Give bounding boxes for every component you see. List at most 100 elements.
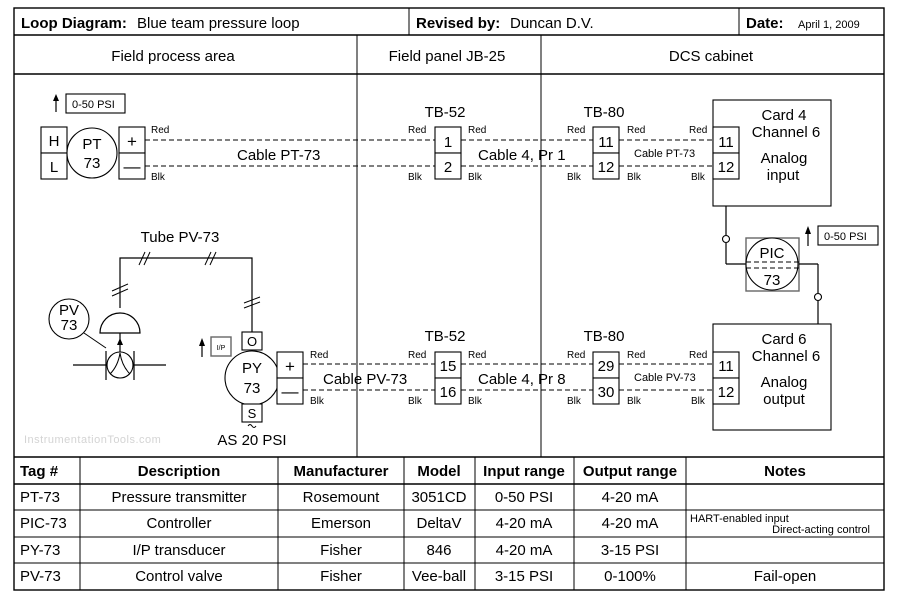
table-cell-model: DeltaV xyxy=(416,515,461,532)
input-loop-wiring: Cable PT-73 TB-52 Red Blk 1 2 Red Blk Ca… xyxy=(145,104,713,183)
pneumatic-tube xyxy=(119,257,253,332)
tb80-label: TB-80 xyxy=(584,104,625,121)
pressure-transmitter: 0-50 PSI H L PT 73 + — Red Blk xyxy=(40,93,169,183)
wire-red: Red xyxy=(689,125,707,136)
table-header: Manufacturer xyxy=(293,463,388,480)
minus-sign: — xyxy=(124,157,141,176)
table-cell-manufacturer: Rosemount xyxy=(303,489,381,506)
table-header: Model xyxy=(417,463,460,480)
table-cell-input: 4-20 mA xyxy=(496,515,553,532)
terminal-number: 11 xyxy=(598,134,614,151)
wire-blk: Blk xyxy=(408,172,423,183)
cable-pv73: Cable PV-73 xyxy=(323,371,407,388)
wire-red: Red xyxy=(567,125,585,136)
table-cell-output: 4-20 mA xyxy=(602,515,659,532)
wire-red: Red xyxy=(567,350,585,361)
stem-arrow xyxy=(117,338,123,345)
area-field-panel: Field panel JB-25 xyxy=(389,48,506,65)
wire-blk: Blk xyxy=(468,396,483,407)
pic-tag-number: 73 xyxy=(764,272,781,289)
port-low-label: L xyxy=(50,159,58,176)
table-cells: Tag # Description Manufacturer Model Input r… xyxy=(20,463,870,585)
cable-pt73: Cable PT-73 xyxy=(237,147,320,164)
terminal-number: 1 xyxy=(444,134,452,151)
py-tag-letters: PY xyxy=(242,360,262,377)
loop-diagram: Loop Diagram: Blue team pressure loop Re… xyxy=(13,7,885,591)
tb52-label: TB-52 xyxy=(425,104,466,121)
table-cell-manufacturer: Fisher xyxy=(320,542,362,559)
date-value: April 1, 2009 xyxy=(798,19,860,31)
table-cell-output: 3-15 PSI xyxy=(601,542,659,559)
connector-dot xyxy=(813,292,823,302)
area-field-process: Field process area xyxy=(111,48,235,65)
card-type: Analog xyxy=(761,150,808,167)
table-header: Output range xyxy=(583,463,677,480)
card-channel: Channel 6 xyxy=(752,348,820,365)
table-cell-description: Control valve xyxy=(135,568,223,585)
plus-sign: + xyxy=(285,357,295,376)
ball-valve-body xyxy=(106,351,134,379)
actuator-diaphragm xyxy=(99,312,141,334)
wire-blk: Blk xyxy=(627,172,642,183)
terminal-number: 29 xyxy=(598,358,615,375)
table-cell-tag: PIC-73 xyxy=(20,515,67,532)
loop-title: Blue team pressure loop xyxy=(137,15,300,32)
terminal-number: 15 xyxy=(440,358,457,375)
analog-output-card: 11 12 Card 6 Channel 6 Analog output xyxy=(712,323,832,431)
control-valve: Tube PV-73 PV 73 xyxy=(48,229,261,380)
dcs-cable-label: Cable PV-73 xyxy=(634,372,696,384)
terminal-number: 11 xyxy=(718,134,734,151)
card-direction: input xyxy=(767,167,800,184)
ip-transducer: I/P O PY 73 S AS 20 PSI + — Red Blk xyxy=(199,331,328,449)
table-cell-model: Vee-ball xyxy=(412,568,466,585)
table-cell-description: Controller xyxy=(146,515,211,532)
range-text: 0-50 PSI xyxy=(824,231,867,243)
table-cell-manufacturer: Emerson xyxy=(311,515,371,532)
terminal-number: 12 xyxy=(598,159,615,176)
card-type: Analog xyxy=(761,374,808,391)
port-high-label: H xyxy=(49,133,60,150)
revised-label: Revised by: xyxy=(416,15,500,32)
table-cell-input: 4-20 mA xyxy=(496,542,553,559)
table-cell-output: 4-20 mA xyxy=(602,489,659,506)
wire-red: Red xyxy=(408,350,426,361)
up-arrow-icon xyxy=(199,338,205,357)
table-cell-model: 3051CD xyxy=(411,489,466,506)
table-header: Notes xyxy=(764,463,806,480)
table-cell-manufacturer: Fisher xyxy=(320,568,362,585)
wire-red: Red xyxy=(627,350,645,361)
tube-hash-marks xyxy=(111,251,261,309)
wire-blk: Blk xyxy=(567,172,582,183)
card-number: Card 4 xyxy=(761,107,806,124)
table-header: Input range xyxy=(483,463,565,480)
table-header: Tag # xyxy=(20,463,59,480)
controller-pic: PIC 73 0-50 PSI xyxy=(721,206,879,324)
pic-tag-letters: PIC xyxy=(759,245,784,262)
trunk-cable-label: Cable 4, Pr 8 xyxy=(478,371,566,388)
wire-red: Red xyxy=(468,125,486,136)
wire-blk: Blk xyxy=(310,396,325,407)
card-channel: Channel 6 xyxy=(752,124,820,141)
tb52-label: TB-52 xyxy=(425,328,466,345)
wire-blk: Blk xyxy=(691,396,706,407)
terminal-number: 12 xyxy=(718,384,735,401)
table-cell-tag: PY-73 xyxy=(20,542,60,559)
wire-blk: Blk xyxy=(468,172,483,183)
wire-red: Red xyxy=(627,125,645,136)
terminal-number: 12 xyxy=(718,159,735,176)
terminal-number: 16 xyxy=(440,384,457,401)
watermark: InstrumentationTools.com xyxy=(24,434,161,446)
trunk-cable-label: Cable 4, Pr 1 xyxy=(478,147,566,164)
table-cell-tag: PT-73 xyxy=(20,489,60,506)
wire-blk: Blk xyxy=(627,396,642,407)
pt-tag-number: 73 xyxy=(84,155,101,172)
terminal-number: 2 xyxy=(444,159,452,176)
table-cell-input: 3-15 PSI xyxy=(495,568,553,585)
table-cell-notes: Fail-open xyxy=(754,568,817,585)
table-cell-output: 0-100% xyxy=(604,568,656,585)
revised-by: Duncan D.V. xyxy=(510,15,594,32)
table-cell-model: 846 xyxy=(426,542,451,559)
wire-blk: Blk xyxy=(691,172,706,183)
ip-badge-text: I/P xyxy=(217,345,226,352)
date-label: Date: xyxy=(746,15,784,32)
